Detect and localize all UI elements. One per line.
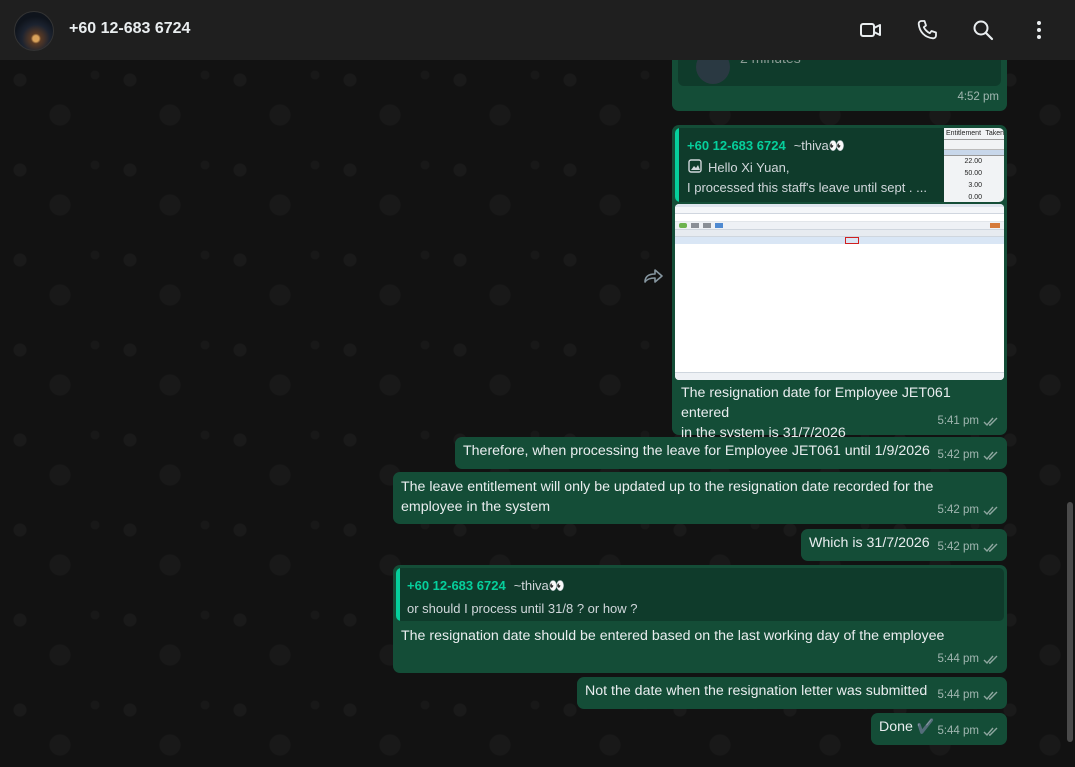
message-text-line: The leave entitlement will only be updat… [401, 479, 934, 495]
message-meta: 5:42 pm [937, 537, 999, 557]
checkmark-emoji: ✔️ [916, 719, 935, 735]
message-bubble[interactable]: Not the date when the resignation letter… [577, 677, 1007, 709]
search-icon[interactable] [971, 18, 995, 42]
thumb-header-entitlement: Entitlement [946, 130, 982, 137]
message-meta: 5:42 pm [937, 500, 999, 520]
quote-sender: +60 12-683 6724 ~thiva👀 [407, 576, 565, 596]
read-ticks-icon [983, 727, 998, 736]
message-meta: 5:41 pm [937, 411, 999, 431]
message-bubble[interactable]: Done ✔️ 5:44 pm [871, 713, 1007, 745]
video-call-icon[interactable] [859, 18, 883, 42]
quote-line-1: Hello Xi Yuan, [708, 160, 790, 175]
audio-container: 2 minutes [678, 60, 1001, 86]
chat-header: +60 12-683 6724 [0, 0, 1075, 60]
message-text: The leave entitlement will only be updat… [401, 477, 933, 517]
message-meta: 4:52 pm [957, 87, 999, 107]
menu-icon[interactable] [1027, 18, 1051, 42]
scrollbar[interactable] [1067, 502, 1073, 742]
quote-line-2: I processed this staff's leave until sep… [687, 180, 927, 195]
read-ticks-icon [983, 451, 998, 460]
quoted-message[interactable]: +60 12-683 6724 ~thiva👀 or should I proce… [396, 568, 1004, 621]
message-bubble[interactable]: The leave entitlement will only be updat… [393, 472, 1007, 524]
thumb-value: 50.00 [964, 170, 982, 177]
read-ticks-icon [983, 543, 998, 552]
quote-bar [675, 128, 679, 202]
attached-screenshot[interactable] [675, 204, 1004, 380]
audio-duration: 2 minutes [740, 60, 801, 68]
thumb-header-taken: Taken [985, 130, 1004, 137]
message-bubble[interactable]: Therefore, when processing the leave for… [455, 437, 1007, 469]
chat-area[interactable]: 2 minutes 4:52 pm +60 12-683 6724 ~thiva👀… [0, 60, 1075, 767]
thumb-value: 0.00 [968, 194, 982, 201]
message-text-line: employee in the system [401, 499, 551, 515]
message-text: Not the date when the resignation letter… [585, 683, 928, 699]
avatar[interactable] [14, 11, 54, 51]
audio-avatar [696, 60, 730, 84]
message-text: The resignation date should be entered b… [401, 628, 945, 644]
message-bubble-image[interactable]: +60 12-683 6724 ~thiva👀 Hello Xi Yuan, I … [672, 125, 1007, 441]
quoted-message[interactable]: +60 12-683 6724 ~thiva👀 Hello Xi Yuan, I … [675, 128, 1004, 202]
message-text: Done ✔️ [879, 717, 935, 737]
message-time: 5:42 pm [937, 504, 979, 516]
thumb-value: 3.00 [968, 182, 982, 189]
message-meta: 5:44 pm [937, 721, 999, 741]
read-ticks-icon [983, 506, 998, 515]
message-bubble-reply[interactable]: +60 12-683 6724 ~thiva👀 or should I proce… [393, 565, 1007, 673]
quote-line-1: or should I process until 31/8 ? or how … [407, 601, 638, 616]
message-meta: 5:44 pm [937, 649, 999, 669]
message-time: 5:42 pm [937, 449, 979, 461]
read-ticks-icon [983, 417, 998, 426]
message-time: 5:44 pm [937, 689, 979, 701]
image-icon [688, 159, 702, 173]
message-time: 5:41 pm [937, 415, 979, 427]
quote-thumbnail: Entitlement Taken 22.00 50.00 3.00 0.00 [944, 128, 1004, 202]
quote-sender: +60 12-683 6724 ~thiva👀 [687, 136, 845, 156]
read-ticks-icon [983, 691, 998, 700]
read-ticks-icon [983, 655, 998, 664]
quote-sender-number: +60 12-683 6724 [407, 578, 506, 593]
quote-sender-number: +60 12-683 6724 [687, 138, 786, 153]
message-meta: 5:42 pm [937, 445, 999, 465]
quote-sender-alias: ~thiva👀 [793, 138, 845, 153]
message-time: 5:44 pm [937, 725, 979, 737]
thumb-value: 22.00 [964, 158, 982, 165]
message-text: Which is 31/7/2026 [809, 535, 930, 551]
contact-name[interactable]: +60 12-683 6724 [69, 20, 190, 38]
message-time: 4:52 pm [957, 91, 999, 103]
voice-call-icon[interactable] [915, 18, 939, 42]
message-bubble-audio[interactable]: 2 minutes 4:52 pm [672, 60, 1007, 111]
message-time: 5:42 pm [937, 541, 979, 553]
message-meta: 5:44 pm [937, 685, 999, 705]
message-text-content: Done [879, 719, 913, 735]
forward-icon[interactable] [642, 267, 664, 285]
quote-sender-alias: ~thiva👀 [513, 578, 565, 593]
quote-bar [396, 568, 400, 621]
message-time: 5:44 pm [937, 653, 979, 665]
message-bubble[interactable]: Which is 31/7/2026 5:42 pm [801, 529, 1007, 561]
message-text: Therefore, when processing the leave for… [463, 443, 930, 459]
